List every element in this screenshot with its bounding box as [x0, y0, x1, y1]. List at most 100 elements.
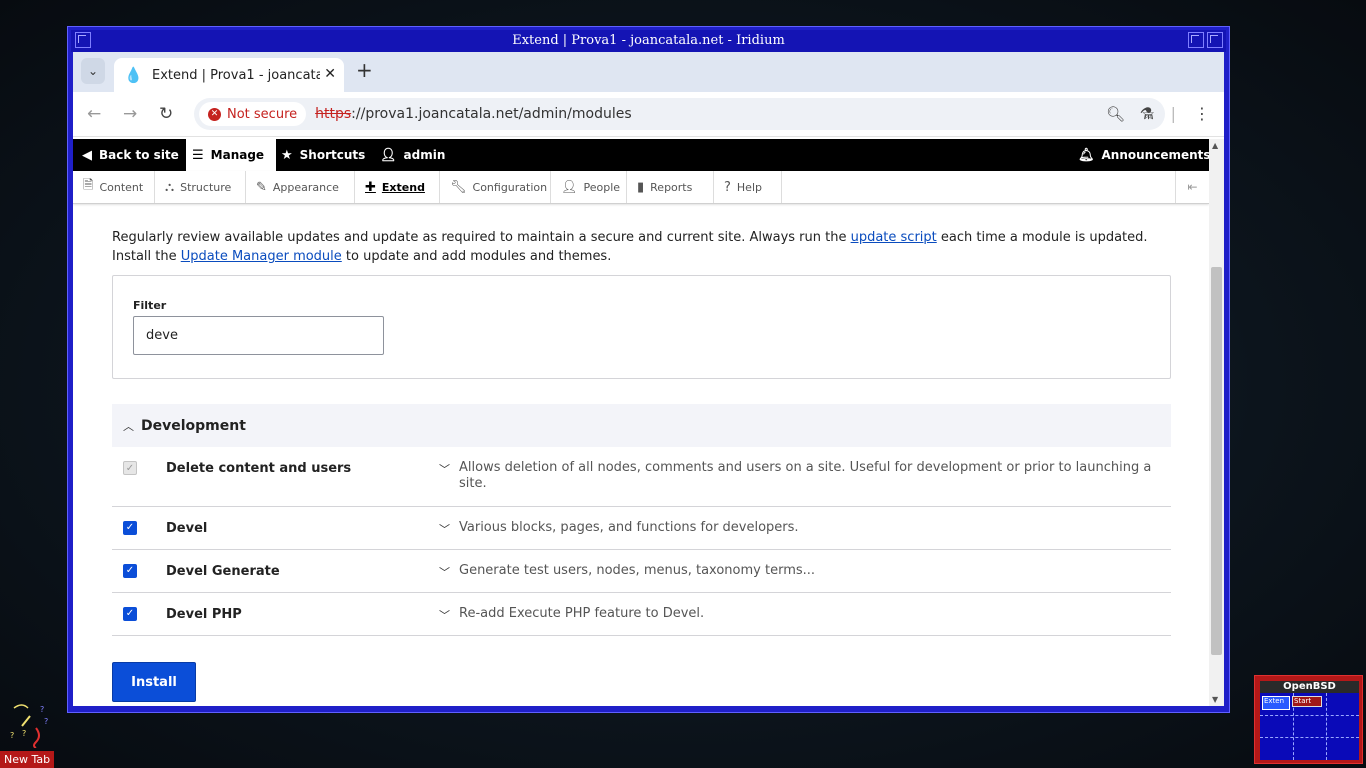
address-bar[interactable]: ✕ Not secure https://prova1.joancatala.n…: [194, 98, 1165, 130]
security-chip[interactable]: ✕ Not secure: [199, 102, 307, 126]
browser-chrome: ⌄ 💧 Extend | Prova1 - joancatala.net ✕ +…: [73, 52, 1224, 706]
window-iconify-button[interactable]: [1188, 32, 1204, 48]
scroll-up-icon[interactable]: ▲: [1212, 141, 1218, 150]
shortcuts-tab[interactable]: ★ Shortcuts: [281, 139, 365, 171]
reload-icon[interactable]: ↻: [159, 104, 173, 124]
development-group-header[interactable]: ︿ Development: [112, 404, 1171, 447]
tray-label: Appearance: [272, 180, 339, 194]
desktop-app-icon[interactable]: ? ? ? ?: [8, 702, 52, 748]
back-arrow-icon[interactable]: ←: [87, 104, 101, 124]
notice-text: to update and add modules and themes.: [341, 249, 612, 264]
tray-label: Structure: [180, 180, 232, 194]
forward-arrow-icon[interactable]: →: [123, 104, 137, 124]
user-tab[interactable]: 👤︎ admin: [380, 139, 445, 171]
brush-icon: ✎: [256, 179, 267, 195]
chevron-down-icon[interactable]: ﹀: [439, 607, 450, 623]
module-description: Allows deletion of all nodes, comments a…: [459, 460, 1152, 491]
person-icon: 👤︎: [380, 147, 397, 163]
svg-text:?: ?: [44, 717, 48, 726]
chevron-up-icon: ︿: [123, 419, 134, 433]
filter-input[interactable]: [133, 316, 384, 355]
tray-item-extend[interactable]: ✚ Extend: [355, 171, 440, 203]
window-titlebar[interactable]: Extend | Prova1 - joancatala.net - Iridi…: [71, 30, 1226, 52]
scroll-thumb[interactable]: [1211, 267, 1222, 655]
pager-title: OpenBSD: [1260, 681, 1359, 693]
workspace-pager[interactable]: OpenBSD Exten Start: [1254, 675, 1363, 764]
kebab-menu-icon[interactable]: ⋮: [1194, 104, 1210, 123]
tab-search-button[interactable]: ⌄: [81, 58, 105, 84]
module-name[interactable]: Delete content and users: [166, 461, 351, 476]
manage-label: Manage: [210, 148, 265, 162]
drupal-favicon-icon: 💧: [124, 66, 143, 84]
svg-text:?: ?: [22, 729, 26, 738]
module-name[interactable]: Devel PHP: [166, 607, 242, 622]
drupal-admin-toolbar: ◀ Back to site ☰ Manage ★ Shortcuts 👤︎ a…: [73, 139, 1211, 171]
tray-item-structure[interactable]: ⛬ Structure: [155, 171, 246, 203]
module-name[interactable]: Devel: [166, 521, 207, 536]
back-to-site-label: Back to site: [99, 148, 179, 162]
chevron-left-circle-icon: ◀: [82, 147, 92, 163]
tray-item-reports[interactable]: ▮ Reports: [627, 171, 714, 203]
chevron-down-icon[interactable]: ﹀: [439, 564, 450, 580]
module-description: Re-add Execute PHP feature to Devel.: [459, 606, 705, 621]
browser-tab[interactable]: 💧 Extend | Prova1 - joancatala.net ✕: [114, 58, 344, 92]
collapse-tray-icon[interactable]: ⇤: [1175, 171, 1209, 203]
announcements-tab[interactable]: 🔔︎ Announcements: [1078, 139, 1211, 171]
toolbar-divider: |: [1170, 104, 1176, 123]
star-icon: ★: [281, 147, 293, 163]
install-button[interactable]: Install: [112, 662, 196, 702]
window-maximize-button[interactable]: [1207, 32, 1223, 48]
module-row-devel: ✓ Devel ﹀ Various blocks, pages, and fun…: [112, 507, 1171, 550]
shortcuts-label: Shortcuts: [299, 148, 366, 162]
announcements-label: Announcements: [1101, 148, 1211, 162]
tray-label: People: [583, 180, 621, 194]
zoom-icon[interactable]: 🔍︎: [1106, 105, 1125, 123]
tray-item-people[interactable]: 👤︎ People: [551, 171, 627, 203]
page-scrollbar[interactable]: ▲ ▼: [1209, 139, 1224, 706]
pager-window-start[interactable]: Start: [1292, 696, 1322, 707]
web-page: ◀ Back to site ☰ Manage ★ Shortcuts 👤︎ a…: [73, 139, 1224, 706]
labs-flask-icon[interactable]: ⚗: [1140, 104, 1154, 123]
module-name[interactable]: Devel Generate: [166, 564, 280, 579]
new-tab-button[interactable]: +: [356, 60, 373, 80]
scroll-down-icon[interactable]: ▼: [1212, 695, 1218, 704]
notice-text: Install the: [112, 249, 181, 264]
module-checkbox[interactable]: ✓: [123, 607, 137, 621]
tray-item-content[interactable]: 🗎 Content: [73, 171, 155, 203]
bar-chart-icon: ▮: [637, 179, 645, 195]
user-label: admin: [403, 148, 446, 162]
module-description: Various blocks, pages, and functions for…: [459, 520, 799, 535]
tray-label: Extend: [381, 180, 425, 194]
hamburger-icon: ☰: [192, 147, 204, 163]
chevron-down-icon[interactable]: ﹀: [439, 521, 450, 537]
module-row-delete-content: ✓ Delete content and users ﹀ Allows dele…: [112, 447, 1171, 507]
pager-window-extend[interactable]: Exten: [1262, 696, 1290, 710]
chevron-down-icon[interactable]: ﹀: [439, 461, 450, 477]
update-manager-link[interactable]: Update Manager module: [181, 249, 342, 264]
tray-label: Content: [99, 180, 144, 194]
tray-item-help[interactable]: ? Help: [714, 171, 782, 203]
url-text[interactable]: https://prova1.joancatala.net/admin/modu…: [315, 106, 632, 122]
module-row-devel-generate: ✓ Devel Generate ﹀ Generate test users, …: [112, 550, 1171, 593]
tray-item-configuration[interactable]: 🔧︎ Configuration: [440, 171, 551, 203]
close-icon[interactable]: ✕: [324, 66, 336, 82]
chevron-down-icon: ⌄: [87, 64, 99, 78]
bell-icon: 🔔︎: [1078, 147, 1095, 163]
tray-item-appearance[interactable]: ✎ Appearance: [246, 171, 355, 203]
puzzle-icon: ✚: [365, 179, 376, 195]
update-script-link[interactable]: update script: [851, 230, 937, 245]
tray-label: Reports: [650, 180, 693, 194]
svg-text:?: ?: [40, 705, 44, 714]
module-checkbox[interactable]: ✓: [123, 521, 137, 535]
filter-fieldset: Filter: [112, 275, 1171, 379]
url-scheme: https: [315, 106, 352, 122]
manage-tab[interactable]: ☰ Manage: [186, 139, 277, 171]
window-menu-button[interactable]: [75, 32, 91, 48]
pager-divider: [1260, 715, 1359, 716]
new-tab-taskbar-label[interactable]: New Tab: [0, 751, 55, 768]
back-to-site-link[interactable]: ◀ Back to site: [82, 139, 179, 171]
module-checkbox[interactable]: ✓: [123, 564, 137, 578]
module-description: Generate test users, nodes, menus, taxon…: [459, 563, 816, 578]
pager-grid[interactable]: Exten Start: [1260, 693, 1359, 760]
module-checkbox: ✓: [123, 461, 137, 475]
